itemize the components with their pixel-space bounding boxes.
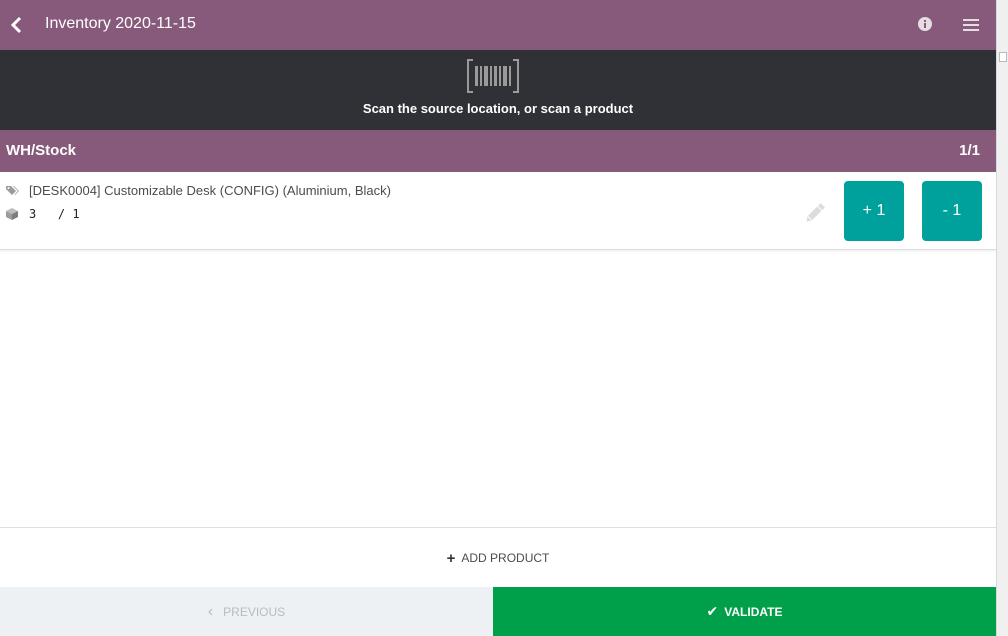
plus-icon: + [446,549,456,567]
previous-button[interactable]: ‹ PREVIOUS [0,587,493,636]
validate-label: VALIDATE [724,604,783,619]
scrollbar-thumb[interactable] [999,52,1007,62]
info-icon [918,17,932,31]
chevron-left-icon [10,16,22,34]
add-product-label: ADD PRODUCT [461,551,550,565]
barcode-icon [467,59,519,93]
check-icon: ✔ [706,603,719,619]
scan-banner: Scan the source location, or scan a prod… [0,50,996,130]
decrement-button[interactable]: - 1 [922,181,982,241]
page-title: Inventory 2020-11-15 [45,15,196,32]
location-counter: 1/1 [959,142,980,159]
location-name: WH/Stock [6,142,77,159]
location-header: WH/Stock 1/1 [0,130,996,172]
increment-button[interactable]: + 1 [844,181,904,241]
product-name: [DESK0004] Customizable Desk (CONFIG) (A… [29,183,391,198]
pencil-icon[interactable] [802,200,828,226]
tags-icon [6,186,19,195]
cube-icon [6,208,18,220]
chevron-left-icon: ‹ [207,602,214,620]
validate-button[interactable]: ✔ VALIDATE [493,587,996,636]
scrollbar[interactable] [996,0,1008,636]
barcode-inventory-app: Inventory 2020-11-15 Scan the source loc… [0,0,996,636]
previous-label: PREVIOUS [223,604,286,619]
add-product-button[interactable]: + ADD PRODUCT [0,527,996,588]
info-button[interactable] [917,16,933,32]
back-button[interactable] [8,14,24,36]
top-bar: Inventory 2020-11-15 [0,0,996,50]
menu-button[interactable] [962,16,980,34]
hamburger-menu-icon [963,19,979,31]
scan-message: Scan the source location, or scan a prod… [362,101,634,116]
product-line[interactable]: [DESK0004] Customizable Desk (CONFIG) (A… [0,172,996,250]
product-quantity: 3 / 1 [29,207,80,221]
